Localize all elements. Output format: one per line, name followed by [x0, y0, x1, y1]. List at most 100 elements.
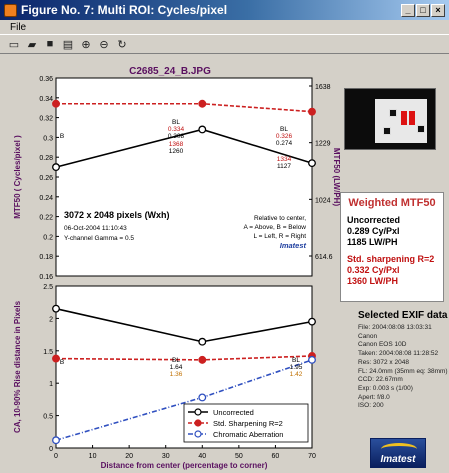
data-point: [308, 355, 316, 364]
legend-label: Uncorrected: [213, 408, 254, 417]
imatest-logo: Imatest: [370, 438, 426, 468]
y-axis-label: CA, 10-90% Rise distance in Pixels: [13, 300, 22, 433]
data-point: [308, 317, 316, 326]
y-tick-label: 0.26: [39, 175, 53, 182]
date-annotation: 06-Oct-2004 11:10:43: [64, 225, 127, 232]
data-point: [198, 125, 207, 134]
plot-area-1: [55, 77, 313, 277]
y-right-tick-label: 1024: [315, 197, 331, 204]
y-axis-label: MTF50 ( Cycles/pixel ): [13, 135, 22, 219]
point-value-label: 1.64: [170, 364, 183, 371]
legend-label: Chromatic Aberration: [213, 430, 283, 439]
point-value-label: BL: [172, 119, 180, 126]
exif-line: ISO: 200: [358, 402, 384, 410]
gamma-annotation: Y-channel Gamma = 0.5: [64, 235, 134, 242]
exif-line: Apert: f/8.0: [358, 393, 390, 401]
data-point: [52, 99, 60, 108]
data-point: [52, 354, 60, 363]
data-point: [198, 393, 207, 402]
point-value-label: BL: [292, 357, 300, 364]
point-value-label: B: [60, 359, 64, 366]
exif-line: Exp: 0.003 s (1/00): [358, 384, 413, 392]
logo-text: Imatest: [380, 454, 416, 465]
point-value-label: 1.42: [290, 371, 303, 378]
x-axis-label: Distance from center (percentage to corn…: [101, 461, 268, 470]
y-right-tick-label: 614.6: [315, 254, 333, 261]
relative-annotation: Relative to center,: [254, 215, 306, 222]
left-right-annotation: L = Left, R = Right: [253, 233, 306, 240]
y-tick-label: 0.34: [39, 96, 53, 103]
y-tick-label: 0.32: [39, 116, 53, 123]
point-value-label: BL: [172, 357, 180, 364]
x-tick-label: 0: [54, 453, 58, 460]
legend-marker: [194, 430, 202, 438]
exif-line: File: 2004:08:08 13:03:31: [358, 324, 432, 331]
weighted-sharp-lwph: 1360 LW/PH: [347, 276, 399, 286]
data-point: [52, 304, 60, 313]
pixel-size-annotation: 3072 x 2048 pixels (Wxh): [64, 210, 170, 220]
point-value-label: BL: [280, 126, 288, 133]
point-value-label: 0.334: [168, 126, 185, 133]
above-below-annotation: A = Above, B = Below: [243, 224, 306, 231]
exif-line: Res: 3072 x 2048: [358, 358, 409, 366]
data-point: [308, 159, 316, 168]
exif-line: Taken: 2004:08:08 11:28:52: [358, 350, 439, 358]
y-tick-label: 0.3: [43, 135, 53, 142]
y-right-tick-label: 1638: [315, 84, 331, 91]
legend-label: Std. Sharpening R=2: [213, 419, 283, 428]
x-tick-label: 20: [125, 453, 133, 460]
data-point: [308, 107, 316, 116]
y-tick-label: 0.22: [39, 215, 53, 222]
y-tick-label: 0: [49, 446, 53, 453]
data-point: [198, 337, 207, 346]
y-tick-label: 0.16: [39, 274, 53, 281]
weighted-mtf50-panel: Weighted MTF50 Uncorrected 0.289 Cy/Pxl …: [340, 192, 444, 302]
y-tick-label: 2: [49, 316, 53, 323]
y-tick-label: 2.5: [43, 284, 53, 291]
point-value-label: 1.36: [170, 371, 183, 378]
point-value-label: 0.274: [276, 140, 293, 147]
y-tick-label: 0.36: [39, 76, 53, 83]
x-tick-label: 40: [198, 453, 206, 460]
test-chart-thumbnail: [344, 88, 436, 150]
data-point: [198, 355, 207, 364]
x-tick-label: 60: [272, 453, 280, 460]
y-tick-label: 1: [49, 381, 53, 388]
point-value-label: B: [60, 133, 64, 140]
weighted-uncorrected-lwph: 1185 LW/PH: [347, 237, 398, 247]
data-point: [52, 436, 60, 445]
x-tick-label: 50: [235, 453, 243, 460]
x-tick-label: 70: [308, 453, 316, 460]
weighted-uncorrected-label: Uncorrected: [347, 215, 401, 225]
weighted-title: Weighted MTF50: [348, 197, 436, 209]
weighted-sharp-cyp: 0.332 Cy/Pxl: [347, 265, 400, 275]
y-tick-label: 0.18: [39, 254, 53, 261]
point-value-label: 1368: [169, 141, 184, 148]
weighted-sharp-label: Std. sharpening R=2: [347, 254, 435, 264]
exif-line: Canon: [358, 332, 378, 340]
exif-line: CCD: 22.67mm: [358, 376, 403, 384]
point-value-label: 1260: [169, 148, 184, 155]
y-tick-label: 0.24: [39, 195, 53, 202]
y-tick-label: 1.5: [43, 349, 53, 356]
x-tick-label: 10: [89, 453, 97, 460]
point-value-label: 1334: [277, 156, 292, 163]
y-tick-label: 0.2: [43, 234, 53, 241]
exif-line: FL: 24.0mm (35mm eq: 38mm): [358, 367, 448, 375]
point-value-label: 1127: [277, 163, 291, 170]
point-value-label: 0.308: [168, 133, 185, 140]
exif-panel: Selected EXIF data File: 2004:08:08 13:0…: [358, 310, 448, 411]
legend-marker: [194, 419, 202, 427]
exif-title: Selected EXIF data: [358, 310, 448, 321]
weighted-uncorrected-cyp: 0.289 Cy/Pxl: [347, 226, 400, 236]
y-tick-label: 0.5: [43, 414, 53, 421]
data-point: [198, 99, 207, 108]
point-value-label: 0.326: [276, 133, 293, 140]
exif-line: Canon EOS 10D: [358, 341, 407, 349]
legend-marker: [194, 408, 202, 416]
x-tick-label: 30: [162, 453, 170, 460]
y-right-tick-label: 1229: [315, 141, 331, 148]
y-tick-label: 0.28: [39, 155, 53, 162]
point-value-label: 1.95: [290, 364, 303, 371]
brand-annotation: Imatest: [280, 241, 307, 250]
